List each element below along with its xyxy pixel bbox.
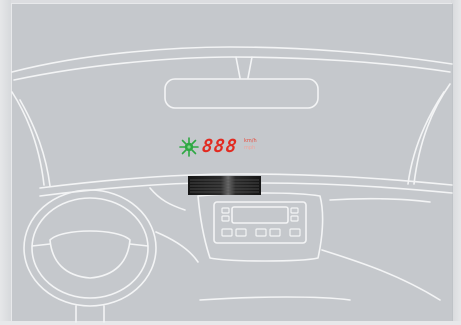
console-display <box>231 206 289 224</box>
a-pillar-right-inner <box>407 91 445 185</box>
a-pillar-left <box>11 91 45 186</box>
hud-units: km/h mph <box>244 138 257 152</box>
lower-dash-right <box>321 249 441 301</box>
floor-line <box>199 296 351 301</box>
hud-unit-mph: mph <box>244 145 256 151</box>
car-interior-outline <box>11 46 453 323</box>
hud-speed-digits: 888 <box>200 136 239 157</box>
steering-spoke-right <box>129 243 149 247</box>
steering-spoke-left <box>31 243 51 247</box>
head-up-display: 888 km/h mph <box>178 136 258 158</box>
rear-view-mirror <box>164 78 319 109</box>
hud-projector <box>188 176 261 195</box>
steering-wheel <box>23 189 157 307</box>
hud-diagram: 888 km/h mph <box>0 0 461 325</box>
steering-wheel-hub <box>49 230 131 279</box>
dashboard-top-inner-right <box>261 182 453 194</box>
right-vent <box>329 197 431 203</box>
steering-wheel-inner <box>31 197 149 299</box>
steering-column <box>75 305 105 323</box>
satellite-icon <box>179 137 199 157</box>
mirror-mount <box>235 56 253 79</box>
instrument-hood <box>149 187 186 211</box>
a-pillar-right <box>413 83 451 185</box>
hud-unit-kmh: km/h <box>244 138 257 144</box>
center-console <box>197 192 324 262</box>
windshield-top-inner <box>13 56 451 81</box>
lower-dash-left <box>155 231 199 263</box>
